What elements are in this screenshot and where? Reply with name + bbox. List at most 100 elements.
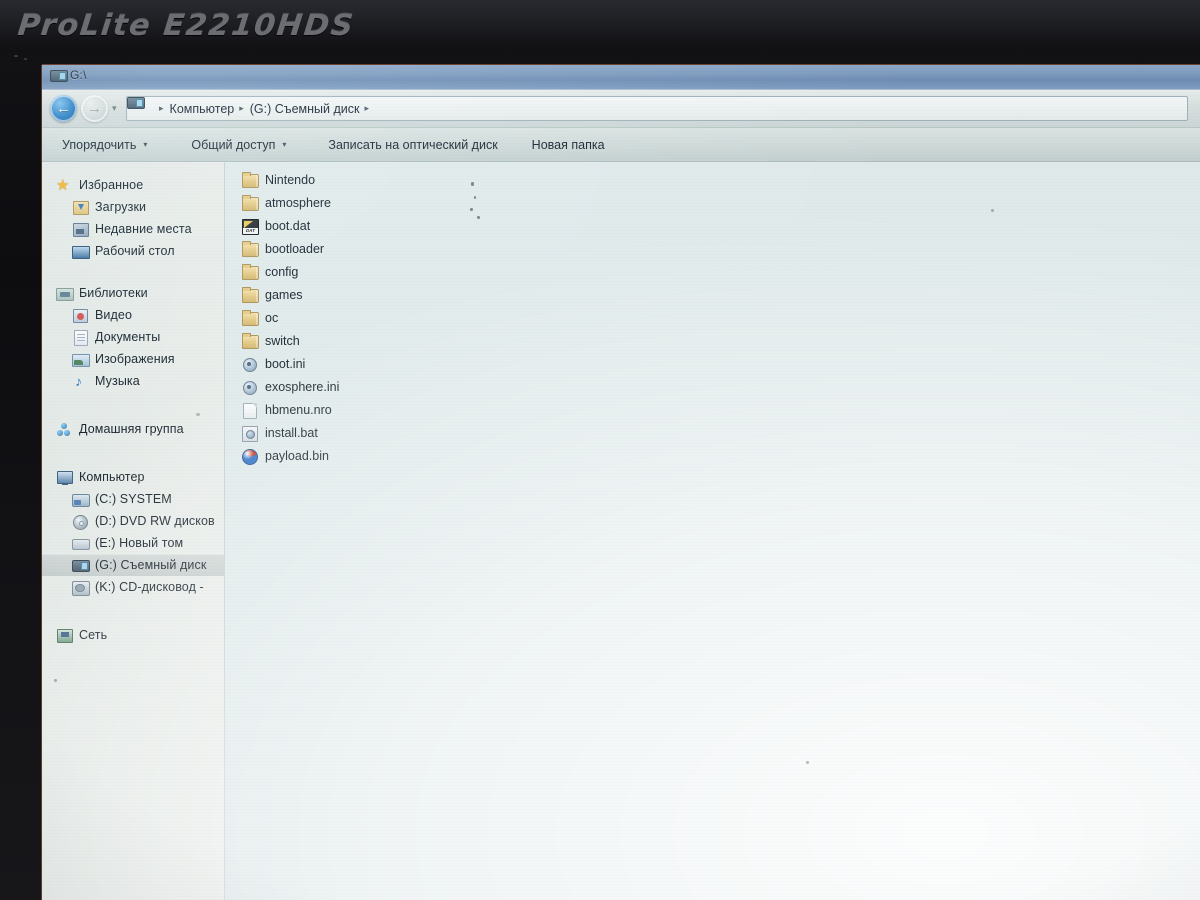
network-icon — [56, 627, 73, 643]
share-button[interactable]: Общий доступ ▾ — [181, 133, 296, 157]
hard-drive-icon — [72, 535, 90, 551]
list-item[interactable]: games — [241, 283, 641, 306]
list-item[interactable]: Nintendo — [241, 168, 641, 191]
folder-icon — [241, 263, 259, 280]
list-item[interactable]: bootloader — [241, 237, 641, 260]
list-item[interactable]: oc — [241, 306, 641, 329]
ini-file-icon — [241, 379, 258, 395]
desktop-icon — [72, 243, 90, 259]
bezel-speck — [14, 55, 18, 57]
window-body: ★ Избранное Загрузки Недавние места Рабо… — [42, 162, 1200, 900]
address-bar: ← → ▾ ▸ Компьютер ▸ (G:) Съемный диск ▸ — [42, 90, 1200, 128]
file-name: payload.bin — [265, 448, 329, 463]
back-arrow-icon: ← — [56, 100, 71, 117]
window-title: G:\ — [70, 68, 87, 82]
sidebar-group-network[interactable]: Сеть — [42, 624, 224, 646]
sidebar-group-label: Сеть — [79, 628, 108, 642]
new-folder-button[interactable]: Новая папка — [522, 133, 615, 157]
file-name: bootloader — [265, 241, 325, 256]
explorer-window: G:\ ← → ▾ ▸ Компьютер ▸ (G:) Съемный дис… — [42, 65, 1200, 900]
ini-file-icon — [241, 356, 258, 372]
sidebar-item-label: Музыка — [95, 374, 140, 388]
file-name: switch — [265, 333, 300, 348]
file-name: exosphere.ini — [265, 379, 340, 394]
breadcrumb-chevron-down-icon[interactable]: ▸ — [239, 103, 244, 114]
chevron-down-icon: ▾ — [143, 140, 148, 149]
sidebar-group-libraries[interactable]: Библиотеки — [42, 282, 224, 304]
command-toolbar: Упорядочить ▾ Общий доступ ▾ Записать на… — [42, 128, 1200, 162]
folder-icon — [241, 240, 259, 257]
sidebar-item-drive-k[interactable]: (K:) CD-дисковод - — [42, 576, 224, 598]
breadcrumb-chevron-down-icon[interactable]: ▸ — [364, 103, 369, 114]
sidebar-item-drive-g[interactable]: (G:) Съемный диск — [42, 554, 224, 576]
sidebar-item-label: Видео — [95, 308, 133, 322]
cd-drive-icon — [72, 579, 90, 596]
sidebar-item-label: (G:) Съемный диск — [95, 558, 207, 572]
list-item[interactable]: install.bat — [241, 421, 641, 444]
dvd-drive-icon — [72, 513, 89, 530]
video-library-icon — [72, 307, 89, 323]
pictures-library-icon — [72, 351, 90, 367]
bezel-speck — [24, 58, 27, 60]
sidebar-item-downloads[interactable]: Загрузки — [42, 196, 224, 218]
sidebar-item-desktop[interactable]: Рабочий стол — [42, 240, 224, 262]
star-icon: ★ — [56, 177, 70, 194]
forward-button[interactable]: → — [81, 95, 108, 122]
sidebar-item-documents[interactable]: Документы — [42, 326, 224, 348]
file-name: games — [265, 287, 303, 302]
sidebar-item-pictures[interactable]: Изображения — [42, 348, 224, 370]
list-item[interactable]: atmosphere — [241, 191, 641, 214]
list-item[interactable]: payload.bin — [241, 444, 641, 467]
removable-drive-icon — [50, 70, 68, 82]
back-button[interactable]: ← — [50, 95, 77, 122]
sidebar-item-drive-c[interactable]: (C:) SYSTEM — [42, 488, 224, 510]
list-item[interactable]: boot.dat — [241, 214, 641, 237]
sidebar-item-label: Изображения — [95, 352, 175, 366]
folder-icon — [241, 286, 259, 303]
breadcrumb-chevron-down-icon[interactable]: ▸ — [159, 103, 164, 114]
sidebar-group-homegroup[interactable]: Домашняя группа — [42, 418, 224, 440]
list-item[interactable]: hbmenu.nro — [241, 398, 641, 421]
sidebar-group-computer[interactable]: Компьютер — [42, 466, 224, 488]
monitor-photo: ProLite E2210HDS G:\ ← → ▾ ▸ Компьютер ▸… — [0, 0, 1200, 900]
sidebar-item-drive-d[interactable]: (D:) DVD RW дисков — [42, 510, 224, 532]
forward-arrow-icon: → — [87, 100, 102, 117]
sidebar-item-label: (D:) DVD RW дисков — [95, 514, 215, 528]
sidebar-item-drive-e[interactable]: (E:) Новый том — [42, 532, 224, 554]
computer-icon — [56, 469, 73, 485]
burn-to-disc-button[interactable]: Записать на оптический диск — [318, 133, 507, 157]
list-item[interactable]: config — [241, 260, 641, 283]
list-item[interactable]: switch — [241, 329, 641, 352]
system-drive-icon — [72, 491, 90, 507]
libraries-icon — [56, 285, 74, 301]
sidebar-item-label: Документы — [95, 330, 161, 344]
breadcrumb-item-removable-disk[interactable]: (G:) Съемный диск — [250, 102, 360, 116]
recent-pages-chevron-down-icon[interactable]: ▾ — [112, 103, 117, 114]
bin-file-icon — [241, 448, 258, 465]
dat-file-icon — [241, 218, 259, 235]
share-label: Общий доступ — [191, 137, 276, 152]
homegroup-icon — [56, 421, 73, 437]
sidebar-item-music[interactable]: ♪ Музыка — [42, 370, 224, 392]
folder-icon — [241, 309, 259, 326]
recent-places-icon — [72, 221, 89, 237]
sidebar-group-label: Домашняя группа — [79, 422, 184, 436]
file-list: Nintendo atmosphere boot.dat bootloader — [241, 168, 641, 467]
sidebar-group-label: Избранное — [79, 178, 144, 192]
sidebar-item-video[interactable]: Видео — [42, 304, 224, 326]
file-name: config — [265, 264, 299, 279]
breadcrumb[interactable]: ▸ Компьютер ▸ (G:) Съемный диск ▸ — [126, 96, 1188, 121]
folder-icon — [241, 194, 259, 211]
list-item[interactable]: boot.ini — [241, 352, 641, 375]
sidebar-group-favorites[interactable]: ★ Избранное — [42, 174, 224, 196]
sidebar-item-recent-places[interactable]: Недавние места — [42, 218, 224, 240]
sidebar-item-label: (E:) Новый том — [95, 536, 184, 550]
breadcrumb-item-computer[interactable]: Компьютер — [170, 102, 235, 116]
music-library-icon: ♪ — [75, 373, 82, 389]
organize-label: Упорядочить — [62, 137, 137, 152]
sidebar-item-label: Рабочий стол — [95, 244, 175, 258]
list-item[interactable]: exosphere.ini — [241, 375, 641, 398]
organize-button[interactable]: Упорядочить ▾ — [52, 133, 157, 157]
removable-drive-icon — [72, 557, 90, 573]
file-name: hbmenu.nro — [265, 402, 332, 417]
